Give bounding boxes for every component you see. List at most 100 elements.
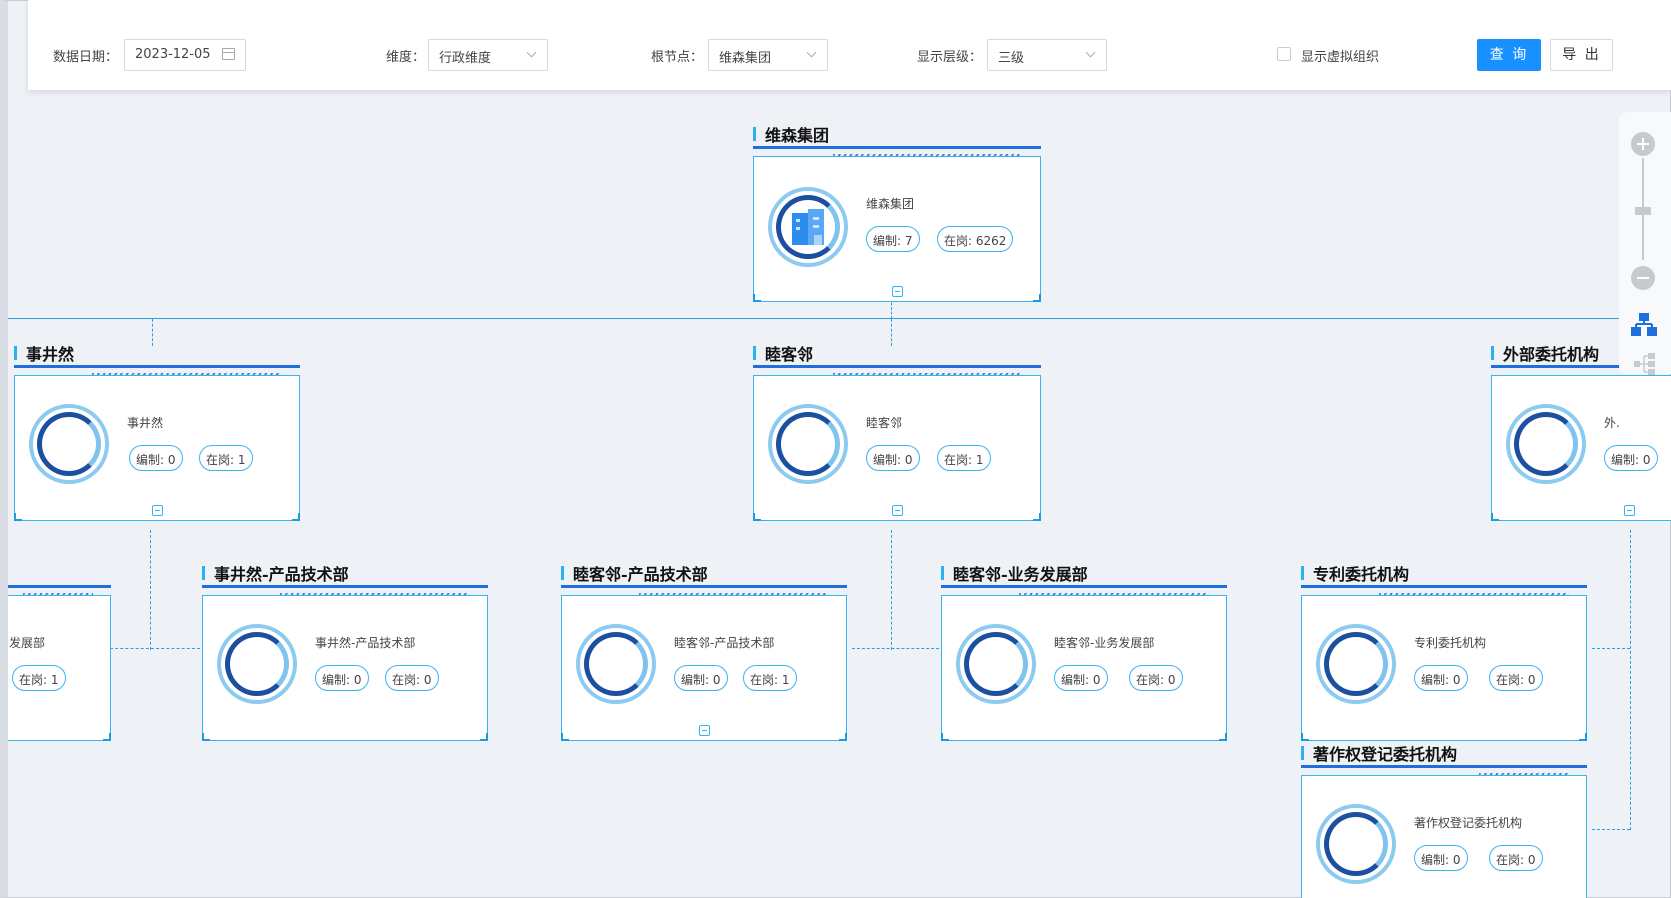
zoom-in-icon[interactable]: [1631, 132, 1655, 156]
org-ring: [1506, 404, 1586, 484]
onpost-badge: 在岗: 0: [1489, 845, 1543, 871]
connector: [150, 530, 151, 650]
org-node-copyright[interactable]: 著作权登记委托机构 著作权登记委托机构 编制: 0 在岗: 0: [1301, 745, 1587, 898]
calendar-icon: [222, 48, 235, 60]
level-select[interactable]: 三级: [987, 39, 1107, 71]
query-button[interactable]: 查 询: [1477, 39, 1541, 71]
staffing-badge: 编制: 0: [674, 665, 728, 691]
title-underline: [1301, 746, 1587, 778]
node-card: 著作权登记委托机构 编制: 0 在岗: 0: [1301, 775, 1587, 898]
onpost-badge: 在岗: 6262: [937, 226, 1014, 252]
connector: [891, 319, 892, 346]
title-underline: [561, 566, 847, 598]
connector: [110, 648, 200, 649]
level-value: 三级: [998, 51, 1025, 66]
title-underline: [753, 346, 1041, 378]
node-name: 睦客邻-产品技术部: [674, 636, 775, 650]
title-underline: [1301, 566, 1587, 598]
staffing-badge: 编制: 0: [1054, 665, 1108, 691]
building-icon: [792, 209, 824, 245]
node-name: 睦客邻: [866, 416, 903, 430]
collapse-toggle-icon[interactable]: [892, 286, 903, 297]
collapse-toggle-icon[interactable]: [892, 505, 903, 516]
title-underline: [202, 566, 488, 598]
onpost-badge: 在岗: 1: [937, 445, 991, 471]
filter-bar: 数据日期： 2023-12-05 维度： 行政维度 根节点： 维森集团 显示层级…: [28, 0, 1671, 90]
org-ring: [768, 404, 848, 484]
org-node-partial-left[interactable]: 发展部 在岗: 1: [8, 565, 111, 741]
zoom-panel: [1619, 112, 1671, 376]
zoom-slider-handle[interactable]: [1635, 207, 1651, 215]
staffing-badge: 编制: 0: [1414, 845, 1468, 871]
onpost-badge: 在岗: 0: [385, 665, 439, 691]
chevron-down-icon: [806, 47, 817, 58]
dimension-value: 行政维度: [439, 51, 492, 66]
node-name: 睦客邻-业务发展部: [1054, 636, 1155, 650]
node-card: 睦客邻 编制: 0 在岗: 1: [753, 375, 1041, 521]
org-ring: [1316, 624, 1396, 704]
staffing-badge: 编制: 0: [315, 665, 369, 691]
connector: [891, 530, 892, 650]
title-underline: [941, 566, 1227, 598]
collapse-toggle-icon[interactable]: [1624, 505, 1635, 516]
node-card: 事井然-产品技术部 编制: 0 在岗: 0: [202, 595, 488, 741]
node-card: 睦客邻-产品技术部 编制: 0 在岗: 1: [561, 595, 847, 741]
date-value: 2023-12-05: [135, 47, 211, 62]
root-select[interactable]: 维森集团: [708, 39, 828, 71]
virtual-org-checkbox[interactable]: [1277, 47, 1291, 61]
collapse-toggle-icon[interactable]: [699, 725, 710, 736]
onpost-badge: 在岗: 1: [743, 665, 797, 691]
connector: [152, 319, 153, 346]
chevron-down-icon: [1085, 47, 1096, 58]
org-ring: [956, 624, 1036, 704]
org-ring: [768, 187, 848, 267]
node-card: 外. 编制: 0: [1491, 375, 1671, 521]
title-underline: [14, 346, 300, 378]
connector: [1592, 648, 1630, 649]
title-underline: [8, 582, 111, 598]
title-underline: [753, 127, 1041, 159]
node-card: 发展部 在岗: 1: [8, 595, 111, 741]
level1-connector: [8, 318, 1671, 319]
node-card: 维森集团 编制: 7 在岗: 6262: [753, 156, 1041, 302]
onpost-badge: 在岗: 0: [1489, 665, 1543, 691]
connector: [1592, 829, 1630, 830]
node-name: 维森集团: [866, 197, 915, 211]
dimension-label: 维度：: [386, 50, 426, 65]
org-ring: [576, 624, 656, 704]
onpost-badge: 在岗: 0: [1129, 665, 1183, 691]
staffing-badge: 编制: 0: [1414, 665, 1468, 691]
node-name: 著作权登记委托机构: [1414, 816, 1523, 830]
virtual-org-label: 显示虚拟组织: [1301, 50, 1380, 65]
chevron-down-icon: [526, 47, 537, 58]
staffing-badge: 编制: 0: [866, 445, 920, 471]
root-value: 维森集团: [719, 51, 772, 66]
zoom-out-icon[interactable]: [1631, 266, 1655, 290]
node-name: 事井然-产品技术部: [315, 636, 416, 650]
org-ring: [29, 404, 109, 484]
staffing-badge: 编制: 0: [1604, 445, 1658, 471]
level-label: 显示层级：: [917, 50, 983, 65]
node-card: 事井然 编制: 0 在岗: 1: [14, 375, 300, 521]
staffing-badge: 编制: 7: [866, 226, 920, 252]
node-card: 专利委托机构 编制: 0 在岗: 0: [1301, 595, 1587, 741]
node-name: 外.: [1604, 416, 1620, 430]
dimension-select[interactable]: 行政维度: [428, 39, 548, 71]
node-name: 发展部: [9, 636, 46, 650]
node-card: 睦客邻-业务发展部 编制: 0 在岗: 0: [941, 595, 1227, 741]
connector: [1630, 530, 1631, 830]
date-picker[interactable]: 2023-12-05: [124, 39, 246, 71]
date-label: 数据日期：: [53, 50, 119, 65]
vertical-tree-layout-icon[interactable]: [1631, 312, 1657, 338]
org-ring: [217, 624, 297, 704]
staffing-badge: 编制: 0: [129, 445, 183, 471]
root-label: 根节点：: [651, 50, 704, 65]
node-name: 专利委托机构: [1414, 636, 1487, 650]
collapse-toggle-icon[interactable]: [152, 505, 163, 516]
connector: [852, 648, 944, 649]
onpost-badge: 在岗: 1: [199, 445, 253, 471]
org-ring: [1316, 804, 1396, 884]
horizontal-tree-layout-icon[interactable]: [1633, 352, 1657, 376]
export-button[interactable]: 导 出: [1550, 39, 1613, 71]
node-name: 事井然: [127, 416, 164, 430]
